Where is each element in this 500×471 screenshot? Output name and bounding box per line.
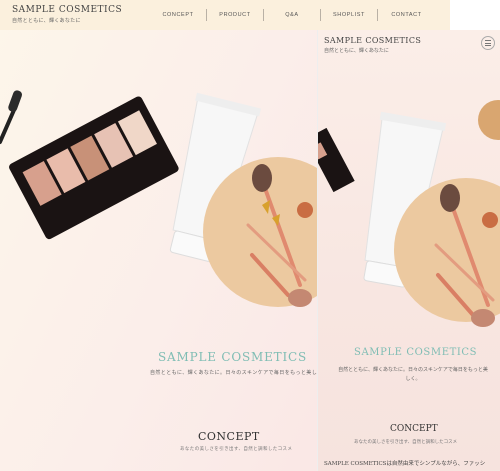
hero-title: SAMPLE COSMETICS (158, 350, 308, 364)
mobile-concept-heading: CONCEPT (390, 424, 438, 434)
mobile-logo-title: SAMPLE COSMETICS (324, 36, 422, 45)
eyeshadow-palette (9, 96, 179, 240)
brush-illustration (0, 90, 22, 144)
menu-icon[interactable] (481, 36, 495, 50)
mobile-logo[interactable]: SAMPLE COSMETICS 自然とともに、輝くあなたに (324, 36, 421, 54)
mobile-logo-subtitle: 自然とともに、輝くあなたに (324, 48, 389, 54)
mobile-hero-subtitle: 自然とともに、輝くあなたに。日々のスキンケアで毎日をもっと美しく。 (338, 367, 488, 382)
nav-shoplist[interactable]: SHOPLIST (321, 9, 378, 21)
concept-subtitle: あなたの美しさを引き出す、自然と調和したコスメ (180, 447, 293, 452)
nav-product[interactable]: PRODUCT (207, 9, 264, 21)
concept-heading: CONCEPT (198, 430, 260, 443)
logo-title: SAMPLE COSMETICS (12, 5, 123, 15)
mobile-concept-subtitle: あなたの美しさを引き出す、自然と調和したコスメ (354, 440, 458, 445)
mobile-hero-image (318, 100, 500, 327)
site-header: SAMPLE COSMETICS 自然とともに、輝くあなたに CONCEPT P… (0, 0, 450, 30)
global-nav: CONCEPT PRODUCT Q&A SHOPLIST CONTACT (150, 9, 435, 21)
nav-qa[interactable]: Q&A (264, 9, 321, 21)
hero-subtitle: 自然とともに、輝くあなたに。日々のスキンケアで毎日をもっと美しく。 (150, 370, 328, 376)
mobile-preview: SAMPLE COSMETICS 自然とともに、輝くあなたに SAMPLE CO… (317, 30, 500, 471)
nav-concept[interactable]: CONCEPT (150, 9, 207, 21)
logo-subtitle: 自然とともに、輝くあなたに (12, 18, 81, 24)
mobile-hero-title: SAMPLE COSMETICS (354, 347, 478, 358)
palette-fragment (318, 127, 355, 193)
mobile-concept-body: SAMPLE COSMETICSは自然由来でシンプルながら、ファッシ (324, 461, 486, 467)
nav-contact[interactable]: CONTACT (378, 9, 435, 21)
site-logo[interactable]: SAMPLE COSMETICS 自然とともに、輝くあなたに (12, 5, 122, 24)
